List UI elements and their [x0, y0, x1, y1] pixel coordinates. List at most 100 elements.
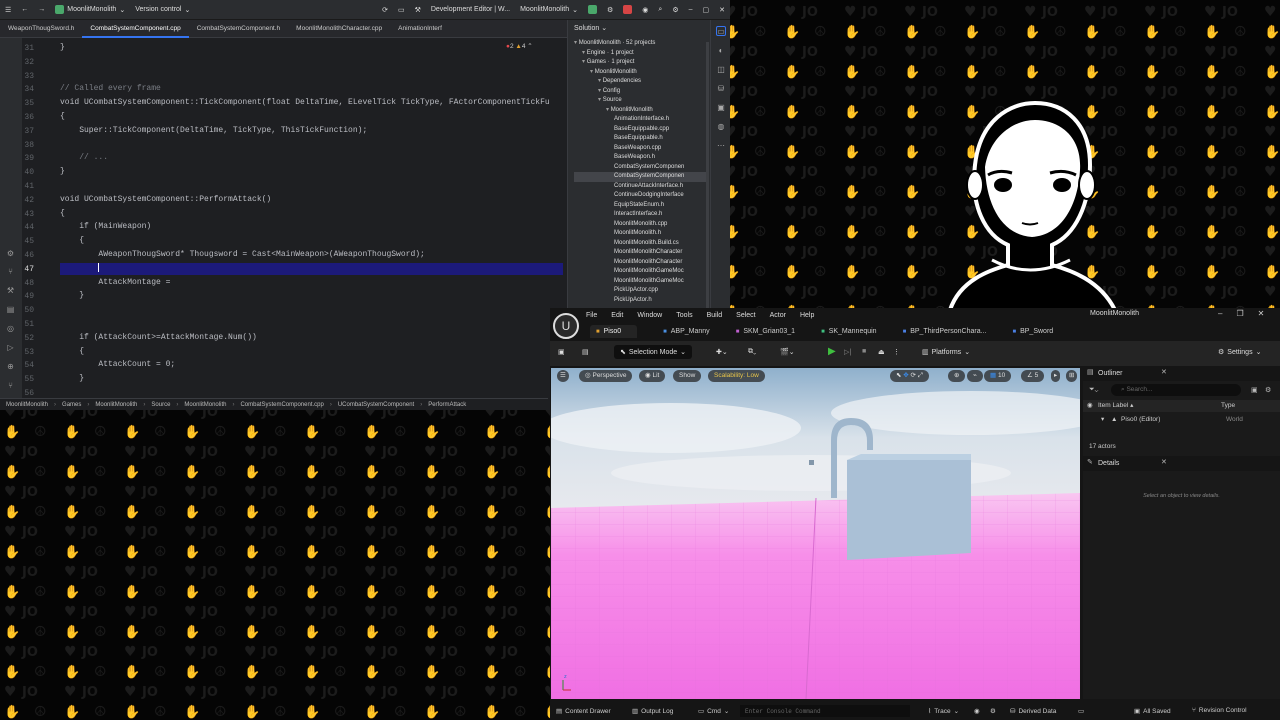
close-icon[interactable]: ✕: [1258, 309, 1265, 318]
ue-menu-item[interactable]: Actor: [770, 312, 786, 319]
tree-scrollbar[interactable]: [706, 42, 709, 312]
close-icon[interactable]: ✕: [719, 6, 725, 14]
asset-tab[interactable]: ■ BP_ThirdPersonChara...: [903, 328, 987, 335]
maximize-icon[interactable]: ❐: [1236, 309, 1243, 318]
solution-tree-item[interactable]: ContinueAttackInterface.h: [614, 182, 683, 192]
profile-icon[interactable]: ◉: [642, 6, 648, 14]
solution-tree-item[interactable]: CombatSystemComponen: [574, 172, 709, 182]
asset-tab[interactable]: ■ BP_Sword: [1012, 328, 1053, 335]
editor-tab[interactable]: AnimationInterf: [390, 20, 450, 38]
code-line[interactable]: }: [60, 166, 65, 178]
lit-dropdown[interactable]: ◉ Lit: [639, 370, 666, 382]
solution-tree-item[interactable]: MoonlitMonolithCharacter: [614, 258, 682, 268]
debug-icon[interactable]: ⚙: [6, 249, 15, 258]
code-line[interactable]: // ...: [60, 152, 108, 164]
breadcrumb-item[interactable]: MoonlitMonolith: [6, 402, 48, 408]
gear-icon[interactable]: ⚙: [1265, 386, 1271, 394]
record-icon[interactable]: ◉: [974, 707, 980, 715]
bookmark-icon[interactable]: ◫: [716, 65, 726, 75]
problems-icon[interactable]: ◎: [6, 324, 15, 333]
maximize-icon[interactable]: ▢: [703, 6, 710, 14]
code-line[interactable]: [60, 262, 563, 275]
eject-button[interactable]: ⏏: [878, 348, 885, 356]
cmd-dropdown[interactable]: ▭ Cmd ⌄: [698, 707, 729, 716]
solution-tree-item[interactable]: MoonlitMonolithGameMoc: [614, 277, 684, 287]
ue-menu-item[interactable]: Build: [707, 312, 723, 319]
stats-icon[interactable]: ▭: [1078, 707, 1084, 715]
add-actor-icon[interactable]: ✚⌄: [716, 348, 728, 356]
code-line[interactable]: {: [60, 208, 65, 220]
asset-tab[interactable]: ■ SK_Mannequin: [821, 328, 877, 335]
terminal-icon[interactable]: ▤: [6, 305, 15, 314]
solution-tree-item[interactable]: InteractInterface.h: [614, 210, 662, 220]
code-line[interactable]: Super::TickComponent(DeltaTime, TickType…: [60, 125, 367, 137]
viewport-menu-icon[interactable]: ☰: [557, 370, 569, 382]
item-label-column[interactable]: Item Label ▴: [1098, 400, 1133, 412]
blueprint-icon[interactable]: ⧉⌄: [748, 348, 756, 356]
ue-menu-item[interactable]: File: [586, 312, 597, 319]
solution-tree-item[interactable]: ▾ MoonlitMonolith · 52 projects: [574, 39, 655, 49]
build-icon[interactable]: ▭: [398, 6, 405, 14]
unreal-icon[interactable]: ◐: [716, 46, 726, 56]
database-icon[interactable]: ⛁: [716, 84, 726, 94]
code-line[interactable]: AttackCount = 0;: [60, 359, 175, 371]
code-line[interactable]: AWeaponThougSword* Thougsword = Cast<Mai…: [60, 249, 424, 261]
solution-tree-item[interactable]: ▾ Engine · 1 project: [582, 49, 634, 59]
solution-tree-item[interactable]: ▾ Dependencies: [598, 77, 641, 87]
solution-tree-item[interactable]: ContinueDodgingInterface: [614, 191, 684, 201]
code-line[interactable]: void UCombatSystemComponent::TickCompone…: [60, 97, 550, 109]
search-icon[interactable]: ⌕: [658, 6, 662, 14]
code-line[interactable]: }: [60, 42, 65, 54]
project-switcher[interactable]: MoonlitMonolith ⌄: [55, 5, 125, 14]
solution-tree-item[interactable]: CombatSystemComponen: [614, 163, 684, 173]
hammer-icon[interactable]: ⚒: [415, 6, 421, 14]
back-icon[interactable]: ←: [21, 6, 28, 13]
scalability-warning[interactable]: Scalability: Low: [708, 370, 765, 382]
breadcrumb-item[interactable]: PerformAttack: [428, 402, 466, 408]
breadcrumb-item[interactable]: Games: [62, 402, 81, 408]
surface-snap-icon[interactable]: ⌁: [967, 370, 983, 382]
type-column[interactable]: Type: [1221, 400, 1235, 412]
run-icon[interactable]: ▷: [6, 343, 15, 352]
breadcrumb-item[interactable]: MoonlitMonolith: [184, 402, 226, 408]
inspection-widget[interactable]: ●2 ▲4 ⌃: [506, 42, 533, 50]
derived-data-button[interactable]: ⛁ Derived Data: [1010, 707, 1056, 716]
camera-speed-icon[interactable]: ▸: [1051, 370, 1061, 382]
code-line[interactable]: AttackMontage =: [60, 277, 175, 289]
add-folder-icon[interactable]: ▣: [1251, 386, 1258, 394]
compile-icon[interactable]: ⚙: [990, 707, 996, 715]
console-input[interactable]: Enter Console Command: [740, 705, 910, 717]
transform-tools[interactable]: ⬉ ✥ ⟳ ⤢: [890, 370, 929, 382]
browse-icon[interactable]: ▤: [582, 348, 589, 356]
code-line[interactable]: {: [60, 111, 65, 123]
grid-snap-toggle[interactable]: ▦ 10: [984, 370, 1012, 382]
save-icon[interactable]: ▣: [558, 348, 565, 356]
selection-mode-dropdown[interactable]: ⬉ Selection Mode ⌄: [614, 345, 693, 359]
ue-menu-item[interactable]: Help: [800, 312, 814, 319]
ue-menu-item[interactable]: Window: [637, 312, 662, 319]
world-local-icon[interactable]: ⊕: [948, 370, 966, 382]
main-menu-icon[interactable]: ☰: [5, 6, 11, 14]
solution-tree-item[interactable]: ▾ Games · 1 project: [582, 58, 634, 68]
solution-tree-item[interactable]: BaseEquippable.cpp: [614, 125, 669, 135]
settings-icon[interactable]: ⚙: [672, 6, 678, 14]
ue-menu-item[interactable]: Edit: [611, 312, 623, 319]
platforms-dropdown[interactable]: ▥ Platforms ⌄: [922, 348, 970, 357]
viewport-layout-icon[interactable]: ⊞: [1066, 370, 1078, 382]
debug-icon[interactable]: ⚙: [607, 6, 613, 14]
branch-icon[interactable]: ⑂: [6, 381, 15, 390]
solution-tree-item[interactable]: MoonlitMonolith.h: [614, 229, 661, 239]
stop-icon[interactable]: [623, 5, 633, 14]
expand-icon[interactable]: ▾: [1101, 414, 1104, 426]
stop-button[interactable]: ■: [862, 348, 866, 355]
solution-tree-item[interactable]: MoonlitMonolith.cpp: [614, 220, 667, 230]
run-target-selector[interactable]: MoonlitMonolith ⌄: [520, 6, 578, 14]
solution-tree-item[interactable]: ▾ MoonlitMonolith: [606, 106, 653, 116]
code-line[interactable]: {: [60, 235, 84, 247]
content-drawer-button[interactable]: ▤ Content Drawer: [556, 707, 611, 716]
solution-tree-item[interactable]: MoonlitMonolithCharacter: [614, 248, 682, 258]
version-control-menu[interactable]: Version control ⌄: [135, 6, 190, 14]
breadcrumb-item[interactable]: Source: [151, 402, 170, 408]
solution-tree-item[interactable]: PickUpActor.cpp: [614, 286, 658, 296]
asset-tab[interactable]: ■ ABP_Manny: [663, 328, 710, 335]
